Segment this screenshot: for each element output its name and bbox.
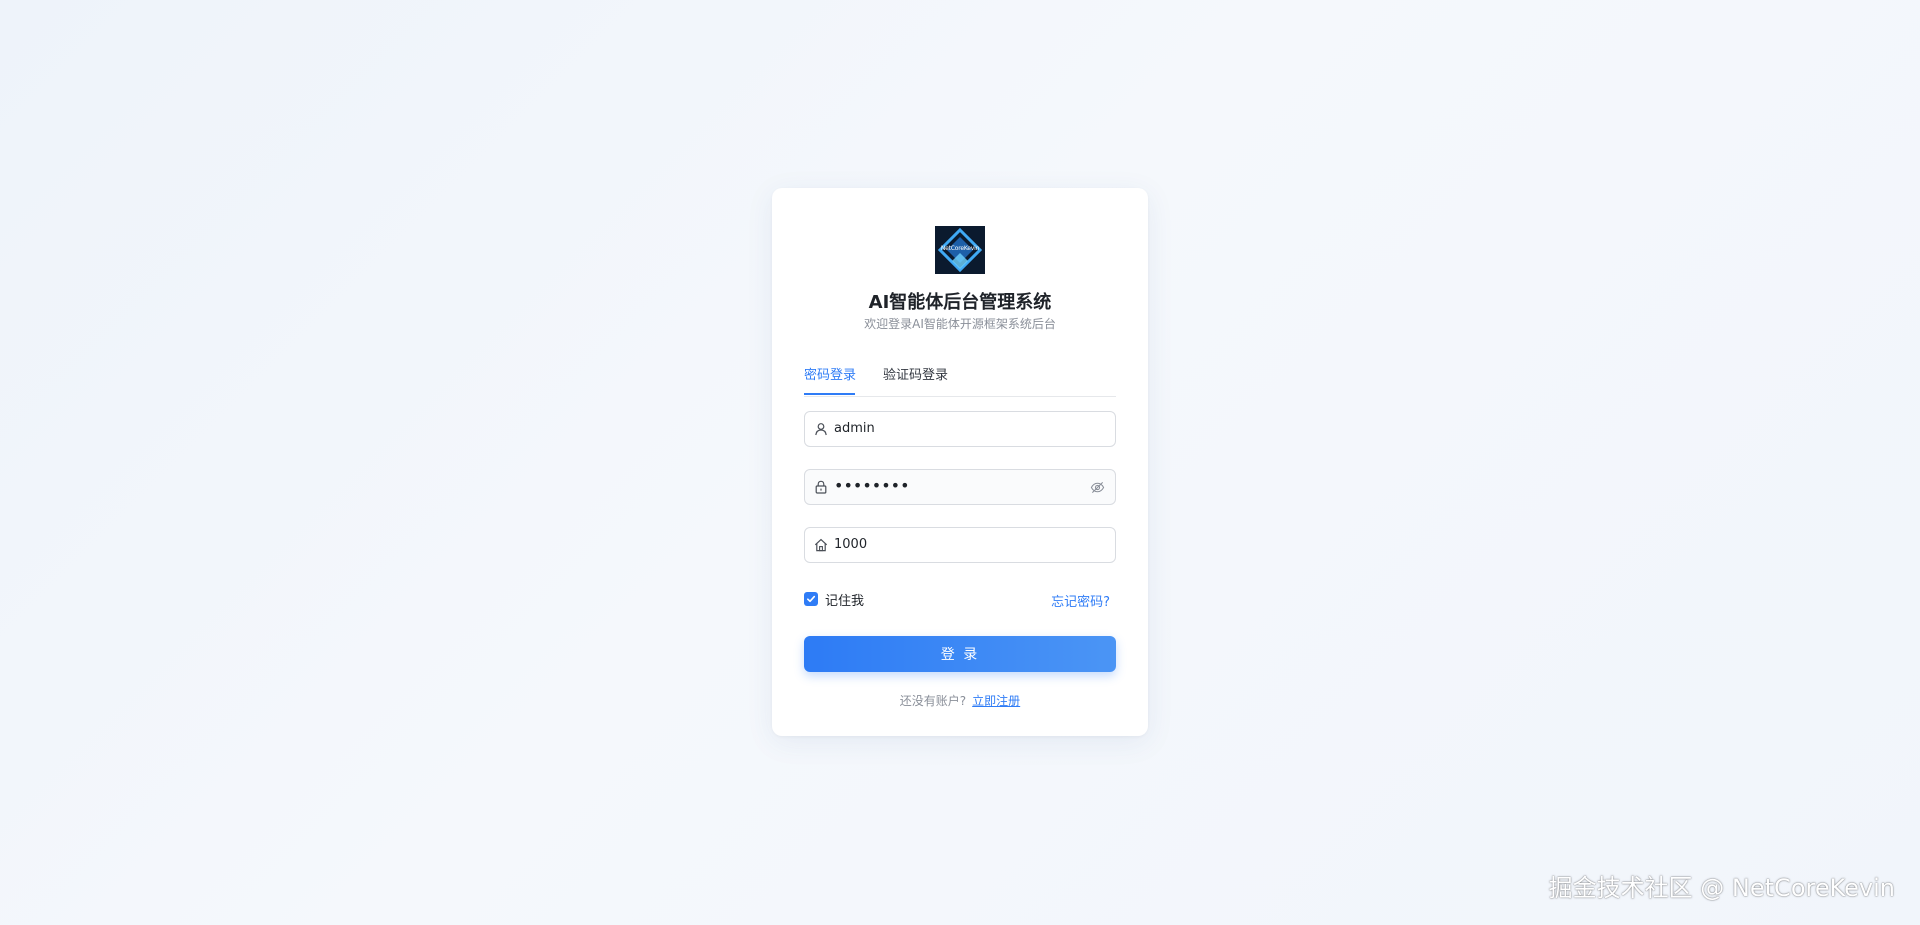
register-row: 还没有账户? 立即注册 (772, 692, 1148, 709)
user-icon (815, 423, 827, 436)
remember-label: 记住我 (825, 593, 865, 609)
tenant-field[interactable]: 1000 (804, 527, 1116, 563)
register-prompt: 还没有账户? (899, 694, 967, 708)
password-value: •••••••• (834, 476, 910, 495)
lock-icon (815, 480, 827, 494)
active-tab-indicator (804, 393, 855, 395)
register-link[interactable]: 立即注册 (972, 694, 1020, 708)
remember-checkbox[interactable] (804, 592, 818, 606)
username-field[interactable]: admin (804, 411, 1116, 447)
eye-off-icon[interactable] (1090, 480, 1105, 495)
password-field[interactable]: •••••••• (804, 469, 1116, 505)
username-value: admin (834, 421, 875, 436)
home-icon (814, 538, 828, 552)
page-subtitle: 欢迎登录AI智能体开源框架系统后台 (864, 317, 1056, 331)
login-tabs: 密码登录 验证码登录 (804, 366, 1116, 397)
login-card: NetCoreKevin AI智能体后台管理系统 欢迎登录AI智能体开源框架系统… (772, 188, 1148, 736)
remember-me[interactable]: 记住我 (804, 591, 865, 609)
logo-text: NetCoreKevin (940, 245, 980, 252)
check-icon (807, 595, 816, 603)
forgot-password-link[interactable]: 忘记密码? (1051, 591, 1110, 610)
login-button[interactable]: 登 录 (804, 636, 1116, 672)
app-logo: NetCoreKevin (935, 226, 985, 274)
watermark: 掘金技术社区 @ NetCoreKevin (1548, 874, 1895, 902)
page-title: AI智能体后台管理系统 (868, 292, 1052, 313)
tab-code-login[interactable]: 验证码登录 (883, 366, 948, 396)
tenant-value: 1000 (834, 537, 868, 552)
tab-password-login[interactable]: 密码登录 (804, 366, 856, 396)
